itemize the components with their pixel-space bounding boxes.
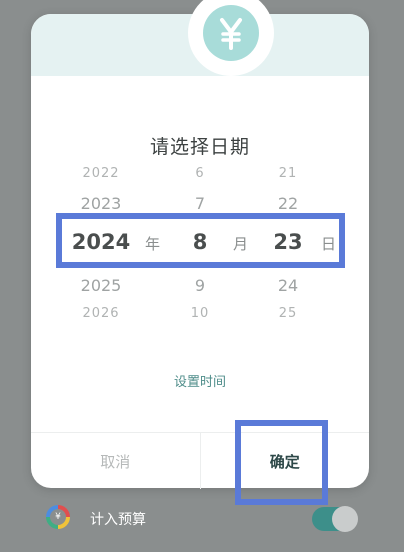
toggle-knob[interactable] bbox=[332, 506, 358, 532]
year-option[interactable]: 2022 bbox=[61, 166, 141, 181]
day-option[interactable]: 24 bbox=[248, 276, 328, 295]
year-option[interactable]: 2023 bbox=[61, 194, 141, 213]
confirm-button[interactable]: 确定 bbox=[201, 433, 370, 489]
budget-label: 计入预算 bbox=[90, 512, 146, 528]
month-option[interactable]: 6 bbox=[160, 166, 240, 181]
day-wheel[interactable]: 21 22 23 24 25 bbox=[248, 160, 328, 330]
set-time-link[interactable]: 设置时间 bbox=[31, 371, 369, 390]
month-option[interactable]: 10 bbox=[160, 306, 240, 321]
cancel-button[interactable]: 取消 bbox=[31, 433, 201, 489]
year-unit: 年 bbox=[145, 235, 161, 253]
month-option[interactable]: 7 bbox=[160, 194, 240, 213]
budget-toggle[interactable] bbox=[312, 506, 358, 532]
yuan-tree-icon bbox=[203, 5, 259, 61]
day-option[interactable]: 21 bbox=[248, 166, 328, 181]
budget-row: ¥ 计入预算 bbox=[46, 503, 358, 533]
month-option[interactable]: 9 bbox=[160, 276, 240, 295]
date-wheel-picker[interactable]: 2022 2023 2024 2025 2026 年 6 7 8 9 10 月 … bbox=[31, 160, 369, 330]
year-option[interactable]: 2025 bbox=[61, 276, 141, 295]
year-option[interactable]: 2026 bbox=[61, 306, 141, 321]
day-option[interactable]: 25 bbox=[248, 306, 328, 321]
selected-year[interactable]: 2024 bbox=[61, 230, 141, 254]
selected-day[interactable]: 23 bbox=[248, 230, 328, 254]
month-wheel[interactable]: 6 7 8 9 10 bbox=[160, 160, 240, 330]
month-unit: 月 bbox=[233, 235, 249, 253]
dialog-footer: 取消 确定 bbox=[31, 432, 369, 489]
day-option[interactable]: 22 bbox=[248, 194, 328, 213]
year-wheel[interactable]: 2022 2023 2024 2025 2026 bbox=[61, 160, 141, 330]
day-unit: 日 bbox=[321, 235, 337, 253]
budget-icon: ¥ bbox=[46, 505, 70, 529]
selected-month[interactable]: 8 bbox=[160, 230, 240, 254]
dialog-title: 请选择日期 bbox=[149, 136, 250, 158]
